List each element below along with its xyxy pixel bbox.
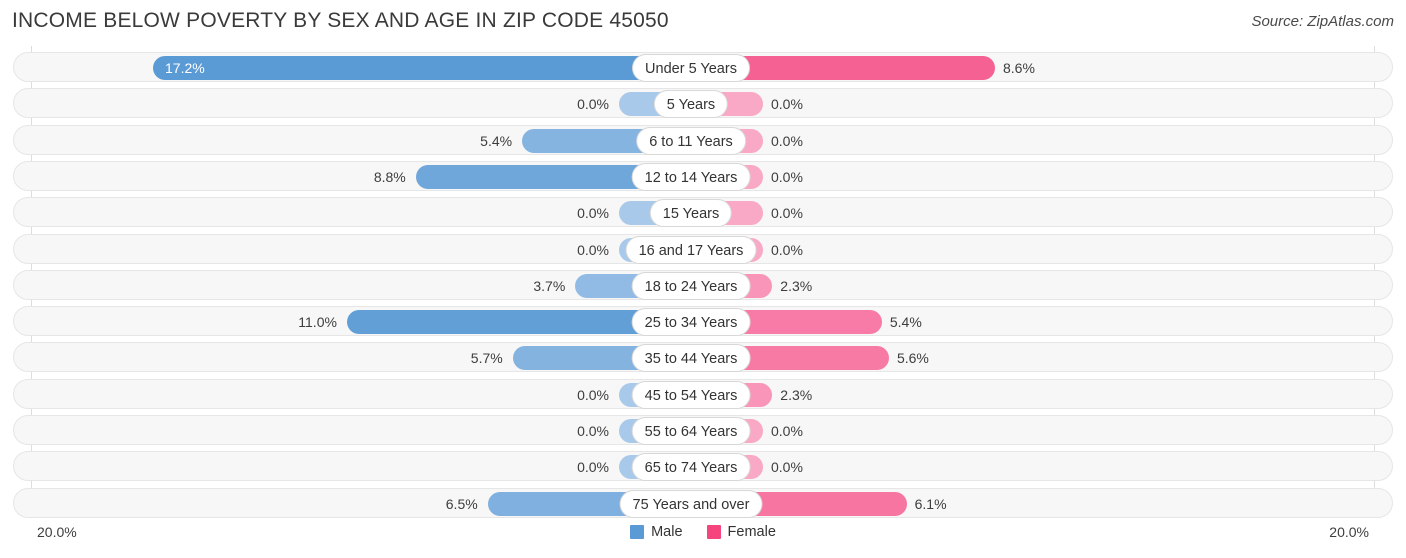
bar-value-male: 8.8% (373, 168, 406, 185)
chart-header: INCOME BELOW POVERTY BY SEX AND AGE IN Z… (0, 0, 1406, 44)
bar-value-female: 0.0% (771, 241, 803, 258)
category-label: Under 5 Years (632, 54, 750, 82)
category-label: 65 to 74 Years (631, 453, 751, 482)
chart-row: 6.5% 6.1% 75 Years and over (13, 487, 1393, 518)
bar-value-male: 5.7% (470, 350, 503, 367)
bar-value-female: 8.6% (1003, 60, 1035, 76)
bar-value-male: 6.5% (445, 495, 478, 512)
category-label: 18 to 24 Years (631, 271, 751, 300)
category-label: 15 Years (649, 199, 733, 228)
category-label: 5 Years (653, 90, 729, 119)
bar-value-female: 0.0% (771, 132, 803, 149)
chart-row: 0.0% 0.0% 16 and 17 Years (13, 233, 1393, 264)
category-label: 35 to 44 Years (631, 344, 751, 373)
chart-footer: 20.0% 20.0% Male Female (0, 520, 1406, 558)
chart-row: 0.0% 2.3% 45 to 54 Years (13, 378, 1393, 409)
bar-value-female: 2.3% (780, 277, 813, 294)
chart-row: 11.0% 5.4% 25 to 34 Years (13, 306, 1393, 337)
bar-value-male: 0.0% (577, 205, 609, 222)
legend-swatch-icon (630, 525, 645, 539)
bar-value-female: 0.0% (771, 168, 803, 185)
legend-item[interactable]: Male (630, 524, 683, 540)
bar-value-male: 17.2% (165, 60, 205, 76)
bar-value-male: 3.7% (533, 277, 566, 294)
bar-value-female: 0.0% (771, 205, 803, 222)
bar-value-male: 0.0% (577, 423, 609, 439)
legend-label: Female (727, 524, 776, 540)
chart-row: 3.7% 2.3% 18 to 24 Years (13, 269, 1393, 300)
bar-value-female: 6.1% (914, 495, 947, 512)
source-attribution: Source: ZipAtlas.com (1251, 13, 1394, 30)
bar-value-female: 0.0% (771, 459, 803, 476)
chart-plot-area: 17.2% 8.6% Under 5 Years 0.0% 0.0% 5 Years 5.4… (0, 46, 1406, 518)
category-label: 75 Years and over (619, 489, 763, 518)
bar-value-male: 11.0% (298, 314, 337, 331)
bar-value-male: 0.0% (577, 241, 609, 258)
page-title: INCOME BELOW POVERTY BY SEX AND AGE IN Z… (12, 9, 669, 32)
bar-value-female: 2.3% (780, 386, 813, 403)
bar-value-female: 5.6% (896, 350, 929, 367)
category-label: 16 and 17 Years (625, 235, 757, 264)
chart-row: 8.8% 0.0% 12 to 14 Years (13, 160, 1393, 191)
bar-value-female: 5.4% (889, 314, 922, 331)
chart-row: 0.0% 0.0% 15 Years (13, 197, 1393, 228)
legend-swatch-icon (706, 525, 721, 539)
bar-value-female: 0.0% (771, 96, 803, 113)
bar-value-male: 0.0% (577, 96, 609, 113)
chart-row: 0.0% 0.0% 55 to 64 Years (13, 415, 1393, 445)
bar-male (153, 56, 691, 80)
category-label: 12 to 14 Years (631, 162, 751, 191)
bar-value-male: 0.0% (577, 459, 609, 476)
chart-row: 17.2% 8.6% Under 5 Years (13, 52, 1393, 82)
category-label: 25 to 34 Years (631, 308, 751, 337)
chart-row: 0.0% 0.0% 5 Years (13, 88, 1393, 119)
chart-row: 5.4% 0.0% 6 to 11 Years (13, 124, 1393, 155)
category-label: 6 to 11 Years (636, 126, 746, 155)
legend-label: Male (651, 524, 683, 540)
chart-row: 5.7% 5.6% 35 to 44 Years (13, 342, 1393, 373)
chart-legend: Male Female (0, 524, 1406, 540)
chart-row: 0.0% 0.0% 65 to 74 Years (13, 451, 1393, 482)
legend-item[interactable]: Female (706, 524, 776, 540)
bar-value-male: 0.0% (577, 386, 609, 403)
bar-value-female: 0.0% (771, 423, 803, 439)
category-label: 55 to 64 Years (631, 417, 751, 445)
category-label: 45 to 54 Years (631, 380, 751, 409)
bar-value-male: 5.4% (480, 132, 513, 149)
